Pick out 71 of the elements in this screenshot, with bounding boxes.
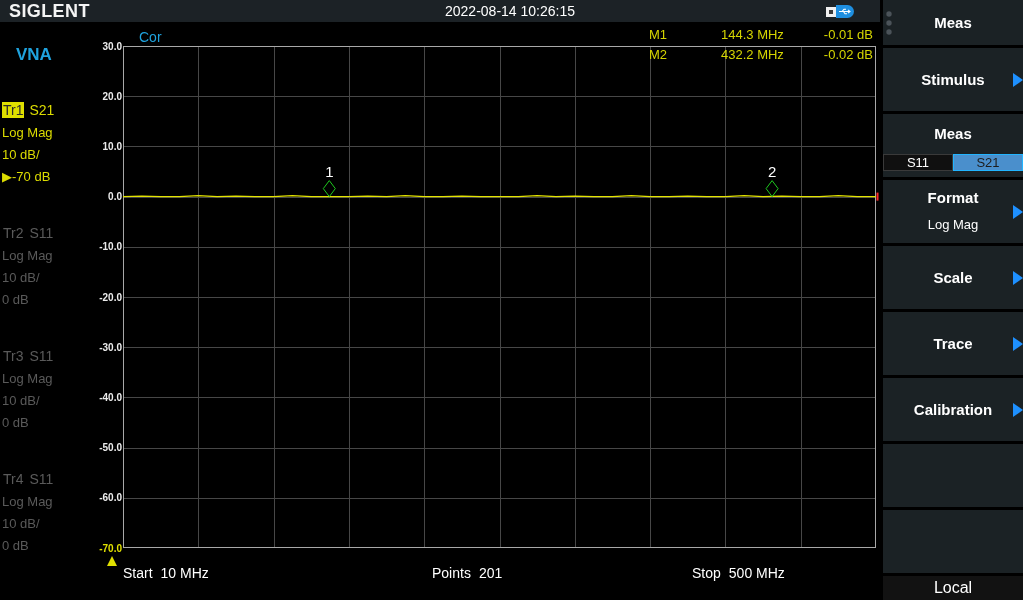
marker-label: 2 (767, 162, 777, 180)
y-tick-label: -50.0 (99, 442, 122, 454)
marker-frequency: 144.3 MHz (721, 26, 784, 42)
menu-title: Meas (934, 14, 972, 31)
trace-scale: 10 dB/ (2, 515, 40, 531)
trace-reference: 0 dB (2, 537, 29, 553)
toggle-option[interactable]: S21 (953, 154, 1023, 171)
end-tick-icon (876, 192, 879, 201)
dots-icon (886, 10, 892, 35)
brand-logo: SIGLENT (9, 0, 90, 22)
stimulus-value: 500 MHz (728, 564, 785, 582)
y-tick-label: 20.0 (102, 90, 122, 102)
marker-name: M2 (649, 46, 668, 62)
softkey-button[interactable] (883, 444, 1023, 507)
trace-parameter: S11 (29, 348, 54, 364)
triangle-marker-icon (107, 556, 117, 566)
marker-value: -0.01 dB (823, 26, 873, 42)
softkey-button[interactable]: Stimulus (883, 48, 1023, 111)
trace-label: Tr1 (2, 102, 25, 118)
y-tick-label: 30.0 (102, 40, 122, 52)
y-tick-label: 0.0 (108, 191, 122, 203)
marker-value: -0.02 dB (823, 46, 873, 62)
trace-label: Tr2 (2, 225, 25, 241)
stimulus-value: 10 MHz (160, 564, 209, 582)
trace-parameter: S11 (29, 471, 54, 487)
trace-parameter: S11 (29, 225, 54, 241)
stimulus-label: Points (432, 564, 471, 582)
trace-scale: 10 dB/ (2, 392, 40, 408)
caret-icon (1013, 72, 1023, 87)
mode-label: VNA (16, 45, 52, 65)
y-tick-label: -30.0 (99, 341, 122, 353)
trace-scale: 10 dB/ (2, 146, 40, 162)
trace-parameter: S21 (29, 102, 55, 118)
y-tick-label: -40.0 (99, 391, 122, 403)
caret-icon (1013, 204, 1023, 219)
trace-format: Log Mag (2, 124, 53, 140)
date-time: 2022-08-14 10:26:15 (445, 3, 575, 19)
stimulus-value: 201 (478, 564, 503, 582)
y-tick-label: 10.0 (102, 140, 122, 152)
softkey-value: Log Mag (927, 216, 979, 234)
trace-reference: ▶-70 dB (2, 168, 51, 184)
y-tick-label: -70.0 (99, 542, 122, 554)
softkey-button[interactable]: Calibration (883, 378, 1023, 441)
usb-icon (826, 4, 854, 18)
y-tick-label: -20.0 (99, 291, 122, 303)
softkey-button[interactable] (883, 510, 1023, 573)
trace-format: Log Mag (2, 370, 53, 386)
trace-reference: 0 dB (2, 291, 29, 307)
caret-icon (1013, 270, 1023, 285)
trace-label: Tr4 (2, 471, 25, 487)
marker-label: 1 (325, 162, 334, 180)
caret-icon (1013, 402, 1023, 417)
softkey-button[interactable]: Format Log Mag (883, 180, 1023, 243)
softkey-label: Meas (934, 125, 972, 143)
y-tick-label: -60.0 (99, 492, 122, 504)
trace-scale: 10 dB/ (2, 269, 40, 285)
stimulus-label: Start (123, 564, 153, 582)
caret-icon (1013, 336, 1023, 351)
stimulus-label: Stop (692, 564, 721, 582)
toggle-option[interactable]: S11 (883, 154, 953, 171)
trace-format: Log Mag (2, 493, 53, 509)
softkey-button[interactable]: Scale (883, 246, 1023, 309)
marker-frequency: 432.2 MHz (721, 46, 784, 62)
local-status: Local (933, 579, 973, 597)
trace-label: Tr3 (2, 348, 25, 364)
y-tick-label: -10.0 (99, 241, 122, 253)
softkey-button[interactable]: Trace (883, 312, 1023, 375)
trace-format: Log Mag (2, 247, 53, 263)
trace-reference: 0 dB (2, 414, 29, 430)
marker-name: M1 (649, 26, 668, 42)
correction-label: Cor (139, 29, 162, 45)
